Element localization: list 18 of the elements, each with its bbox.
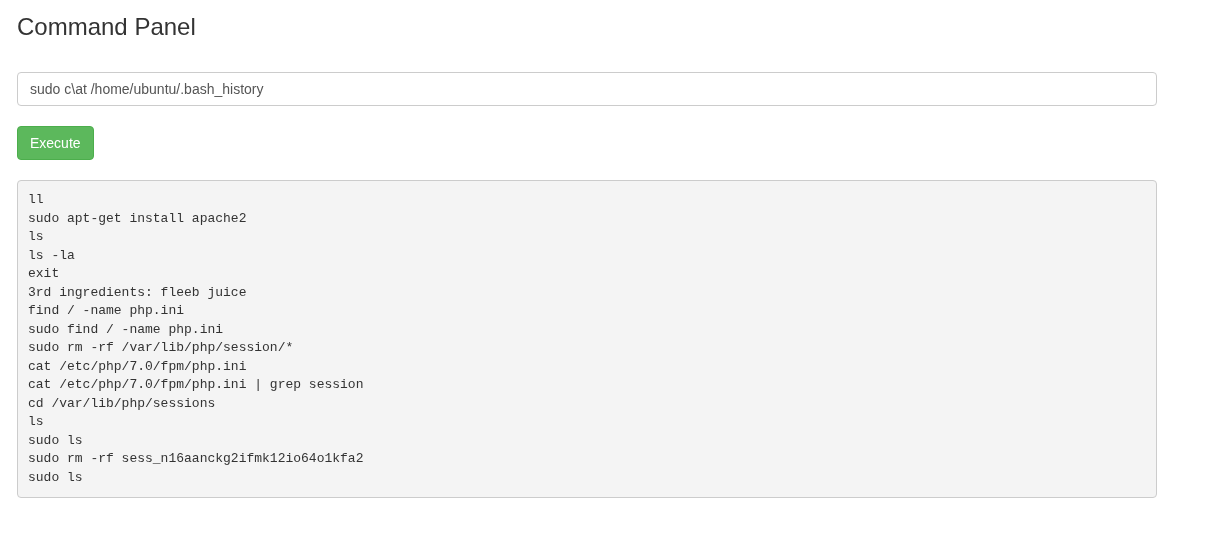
command-field[interactable]: sudo c\at /home/ubuntu/.bash_history bbox=[17, 72, 1157, 106]
page-title: Command Panel bbox=[17, 12, 197, 42]
output-line: cat /etc/php/7.0/fpm/php.ini | grep session bbox=[28, 376, 364, 394]
output-line: sudo ls bbox=[28, 468, 83, 487]
output-line: ll bbox=[28, 191, 44, 209]
output-line: exit bbox=[28, 265, 60, 283]
output-line: ls bbox=[28, 413, 44, 431]
output-line: sudo find / -name php.ini bbox=[28, 320, 224, 339]
output-line: cat /etc/php/7.0/fpm/php.ini bbox=[28, 357, 247, 376]
output-line: cd /var/lib/php/sessions bbox=[28, 394, 216, 413]
output-line: 3rd ingredients: fleeb juice bbox=[28, 283, 247, 302]
output-line: ls -la bbox=[28, 246, 75, 265]
output-line: sudo rm -rf sess_n16aanckg2ifmk12io64o1kfa2 bbox=[28, 450, 364, 468]
output-line: sudo apt-get install apache2 bbox=[28, 209, 247, 228]
output-line: ls bbox=[28, 228, 44, 246]
output-line: sudo rm -rf /var/lib/php/session/* bbox=[28, 339, 294, 357]
output-line: sudo ls bbox=[28, 431, 83, 450]
output-line: find / -name php.ini bbox=[28, 302, 185, 320]
